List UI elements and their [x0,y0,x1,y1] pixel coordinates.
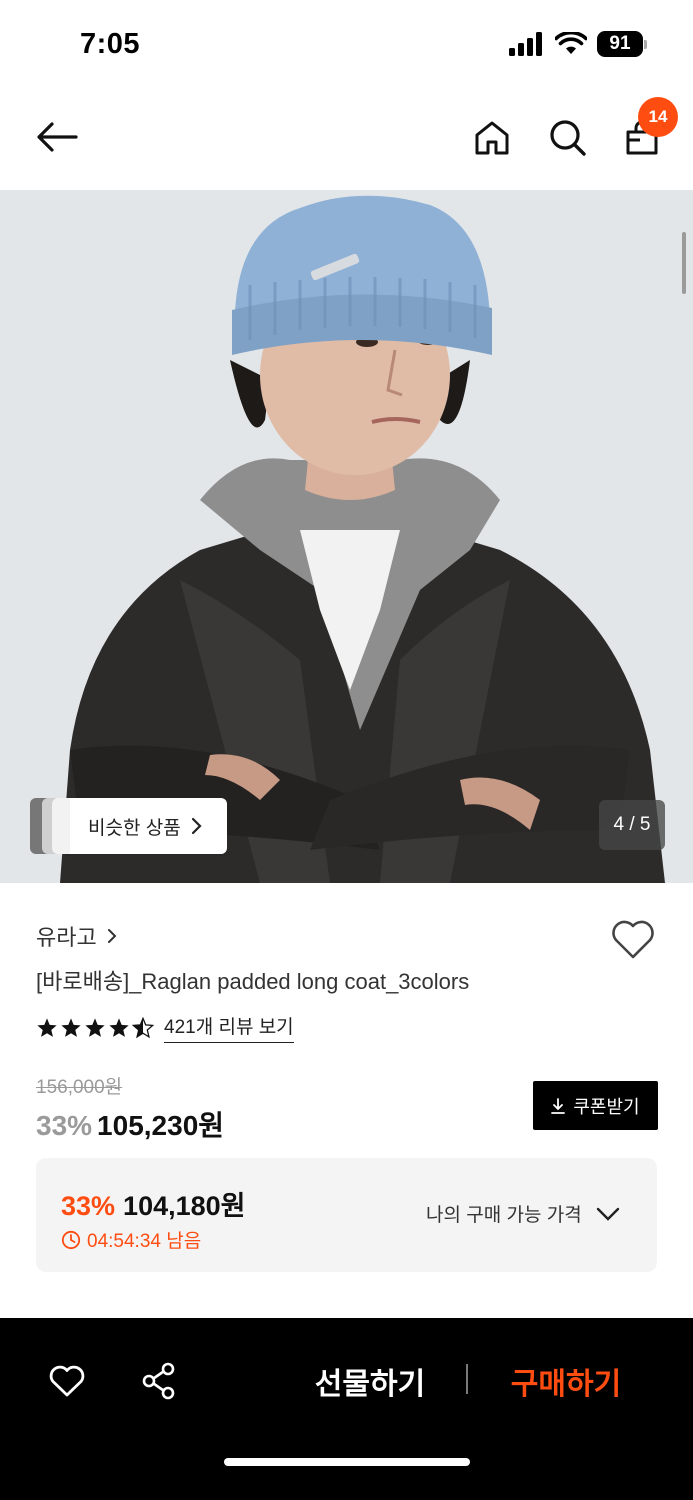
star-icon [61,1017,81,1037]
similar-products-label: 비슷한 상품 [88,817,181,839]
similar-products-button[interactable]: 비슷한 상품 [66,798,227,854]
heart-outline-icon [49,1365,85,1397]
product-title: [바로배송]_Raglan padded long coat_3colors [36,969,470,994]
product-image-gallery[interactable]: 비슷한 상품 4 / 5 [0,190,693,883]
coupon-label: 쿠폰받기 [573,1096,640,1117]
heart-outline-icon [612,920,654,959]
share-icon [142,1362,175,1400]
wifi-icon [555,32,587,54]
brand-name: 유라고 [36,925,97,950]
coupon-download-button[interactable]: 쿠폰받기 [533,1081,658,1130]
bottom-action-bar: 선물하기 구매하기 [0,1318,693,1500]
home-button[interactable] [466,112,518,164]
battery-icon: 91 [597,30,647,58]
arrow-left-icon [37,122,78,152]
home-indicator [224,1458,470,1466]
chevron-right-icon [191,817,202,835]
best-discount-rate: 33% [61,1191,116,1221]
wishlist-button[interactable] [610,918,656,960]
status-time: 7:05 [80,28,141,60]
top-nav-bar [0,92,693,190]
similar-thumbnails [30,798,70,854]
battery-level: 91 [597,31,643,57]
similar-products-chip[interactable]: 비슷한 상품 [30,798,227,854]
my-price-toggle[interactable]: 나의 구매 가능 가격 [426,1200,620,1227]
scroll-indicator [682,232,686,294]
battery-tip [644,39,647,49]
rating-row: 421개 리뷰 보기 [36,1012,294,1043]
status-icons: 91 [509,30,647,58]
timer-text: 04:54:34 남음 [87,1231,202,1252]
original-price: 156,000원 [36,1077,123,1098]
chevron-down-icon [596,1207,619,1221]
cart-count-badge: 14 [638,97,678,137]
image-page-counter: 4 / 5 [599,800,665,850]
bottom-divider [466,1364,468,1394]
chevron-right-icon [107,929,117,943]
similar-thumbnail [52,798,70,854]
sale-price: 105,230원 [97,1110,225,1141]
price-row: 33% 105,230원 [36,1104,224,1144]
status-bar: 7:05 91 [0,0,693,92]
buy-button[interactable]: 구매하기 [496,1358,636,1404]
my-price-label: 나의 구매 가능 가격 [426,1205,582,1226]
star-icon [37,1017,57,1037]
product-photo [0,190,693,883]
star-rating [36,1016,154,1039]
star-icon [85,1017,105,1037]
clock-icon [61,1230,81,1249]
home-icon [475,121,509,155]
download-icon [551,1097,566,1114]
best-price-line: 33% 104,180원 [61,1184,246,1223]
bottom-wishlist-button[interactable] [44,1358,90,1404]
review-link[interactable]: 421개 리뷰 보기 [164,1012,294,1043]
share-button[interactable] [136,1358,182,1404]
gift-button[interactable]: 선물하기 [300,1358,440,1404]
signal-icon [509,32,542,56]
brand-link[interactable]: 유라고 [36,920,117,952]
countdown-timer: 04:54:34 남음 [61,1226,201,1253]
back-button[interactable] [28,112,86,162]
search-icon [550,120,586,156]
best-price: 104,180원 [123,1191,246,1221]
half-star-icon [132,1016,154,1038]
search-button[interactable] [542,112,594,164]
discount-rate: 33% [36,1110,93,1141]
best-price-box[interactable]: 33% 104,180원 04:54:34 남음 나의 구매 가능 가격 [36,1158,657,1272]
star-icon [109,1017,129,1037]
